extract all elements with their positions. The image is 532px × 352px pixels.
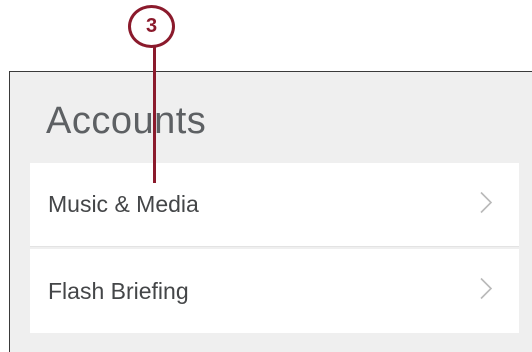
- callout-marker: 3: [128, 5, 175, 48]
- flash-briefing-row[interactable]: Flash Briefing: [30, 249, 519, 333]
- flash-briefing-label: Flash Briefing: [48, 277, 189, 304]
- callout-number: 3: [145, 15, 158, 37]
- accounts-section-title: Accounts: [46, 100, 207, 142]
- music-media-label: Music & Media: [48, 191, 199, 217]
- chevron-right-icon: [479, 190, 493, 219]
- chevron-right-icon: [479, 277, 493, 306]
- callout-line: [153, 47, 156, 183]
- music-media-row[interactable]: Music & Media: [30, 163, 519, 247]
